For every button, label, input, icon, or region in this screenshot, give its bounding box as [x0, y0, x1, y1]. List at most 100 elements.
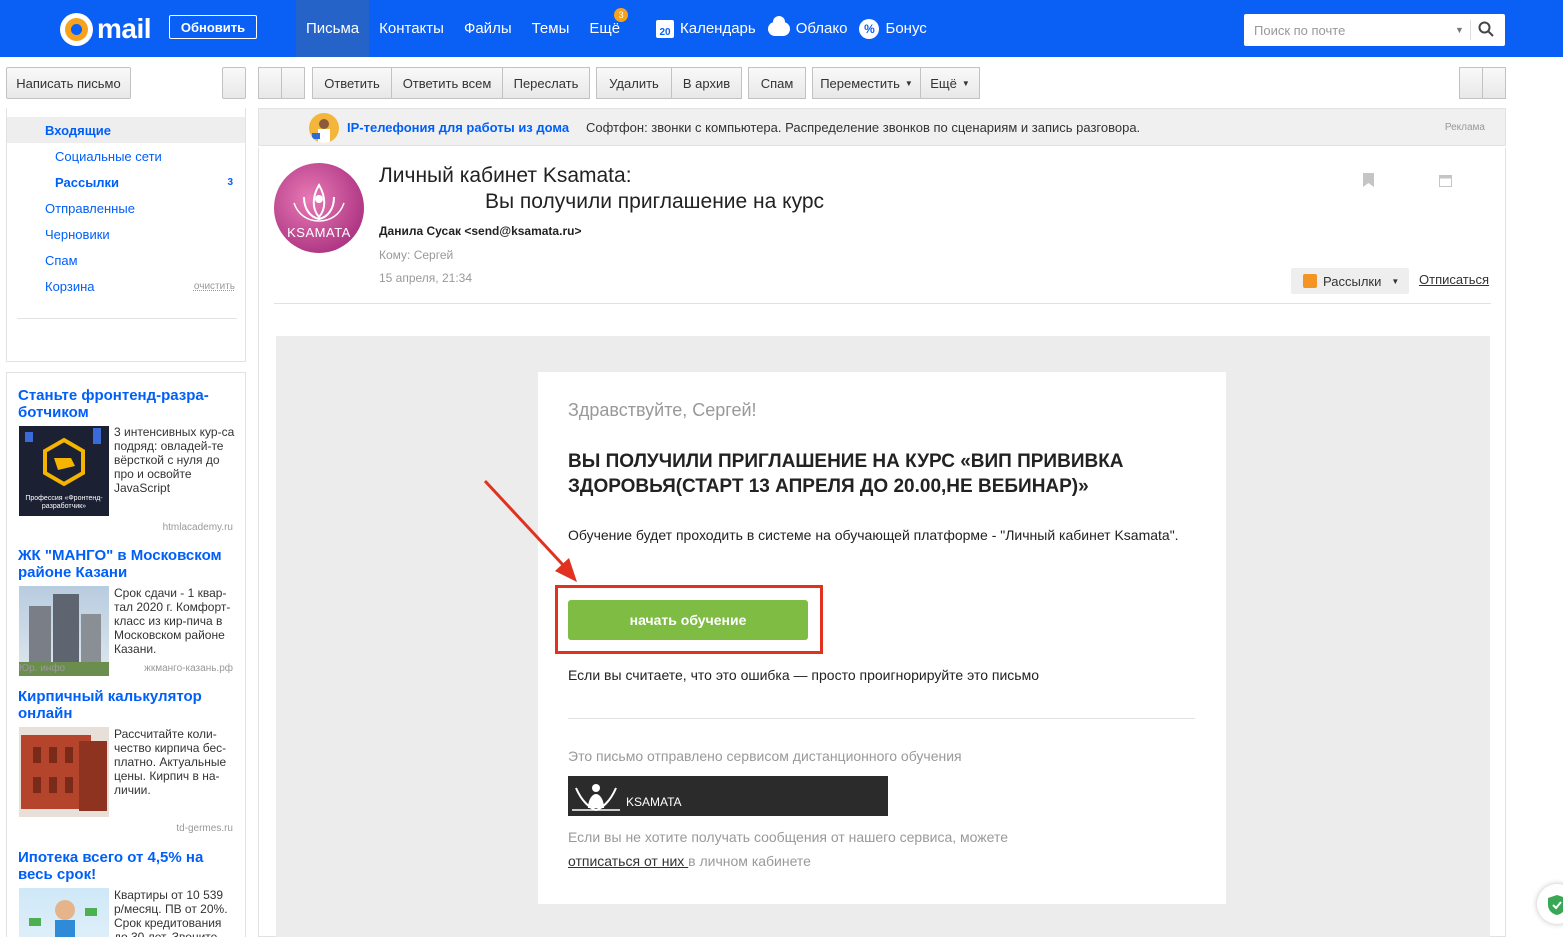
ad-domain[interactable]: жкманго-казань.рф [144, 663, 233, 674]
ad-domain[interactable]: htmlacademy.ru [163, 522, 233, 533]
ad-source: Юр. инфо [19, 663, 66, 674]
folder-trash-label: Корзина [45, 278, 95, 294]
main-nav: Письма Контакты Файлы Темы Ещё 3 [296, 0, 630, 57]
ad-text: Квартиры от 10 539 р/месяц. ПВ от 20%. С… [114, 888, 228, 937]
folder-sent[interactable]: Отправленные [7, 195, 245, 221]
folder-trash[interactable]: Корзина очистить [7, 273, 245, 299]
start-learning-button[interactable]: начать обучение [568, 600, 808, 640]
ad-title[interactable]: Ипотека всего от 4,5% на весь срок! [18, 849, 238, 883]
header-divider [274, 303, 1491, 304]
ad-title[interactable]: Кирпичный калькулятор онлайн [18, 688, 238, 722]
recipient: Кому: Сергей [379, 248, 454, 262]
add-to-calendar-icon[interactable] [1439, 174, 1452, 187]
platform-paragraph: Обучение будет проходить в системе на об… [568, 527, 1179, 543]
reply-button[interactable]: Ответить [312, 67, 392, 99]
newsletter-icon [1303, 274, 1317, 288]
folder-inbox[interactable]: Входящие [7, 117, 245, 143]
subject-line-2: Вы получили приглашение на курс [485, 190, 825, 213]
nav-back-button[interactable] [281, 67, 305, 99]
ignore-notice: Если вы считаете, что это ошибка — прост… [568, 667, 1039, 683]
ksamata-banner[interactable]: KSAMATA [568, 776, 888, 816]
ad-text: Рассчитайте коли-чество кирпича бес-плат… [114, 727, 227, 797]
empty-trash-link[interactable]: очистить [194, 281, 235, 292]
footer-line-2-rest: в личном кабинете [688, 853, 811, 869]
lotus-logo-icon [572, 784, 620, 812]
ad-text: Срок сдачи - 1 квар-тал 2020 г. Комфорт-… [114, 586, 231, 656]
update-button[interactable]: Обновить [169, 15, 257, 39]
archive-button[interactable]: В архив [671, 67, 742, 99]
move-button[interactable]: Переместить ▼ [812, 67, 921, 99]
nav-cloud[interactable]: Облако [767, 0, 854, 57]
folder-newsletters-label: Рассылки [55, 174, 120, 190]
message-view: KSAMATA Личный кабинет Ksamata: Вы получ… [258, 148, 1506, 937]
email-body-background: Здравствуйте, Сергей! ВЫ ПОЛУЧИЛИ ПРИГЛА… [276, 336, 1490, 937]
reply-all-button[interactable]: Ответить всем [391, 67, 503, 99]
nav-letters[interactable]: Письма [296, 0, 370, 57]
search-box: ▼ [1244, 14, 1505, 46]
unsubscribe-link[interactable]: Отписаться [1419, 272, 1489, 287]
percent-icon: % [859, 18, 880, 39]
sidebar-ads: Станьте фронтенд-разра-ботчиком Професси… [6, 372, 246, 937]
nav-more-label: Ещё [589, 20, 621, 37]
sent-by-text: Это письмо отправлено сервисом дистанцио… [568, 748, 962, 764]
search-dropdown-icon[interactable]: ▼ [1455, 25, 1464, 35]
sender-avatar: KSAMATA [274, 163, 364, 253]
ad-title[interactable]: ЖК "МАНГО" в Московском районе Казани [18, 547, 238, 581]
next-message-button[interactable] [1482, 67, 1506, 99]
select-all-button[interactable] [258, 67, 282, 99]
invitation-headline: ВЫ ПОЛУЧИЛИ ПРИГЛАШЕНИЕ НА КУРС «ВИП ПРИ… [568, 451, 1124, 497]
chevron-down-icon: ▼ [904, 78, 913, 88]
ad-title[interactable]: Станьте фронтенд-разра-ботчиком [18, 387, 238, 421]
search-divider [1470, 20, 1471, 40]
nav-calendar[interactable]: 20 Календарь [656, 0, 762, 57]
nav-cloud-label: Облако [795, 20, 848, 37]
nav-calendar-label: Календарь [680, 20, 756, 37]
ad-image[interactable] [19, 727, 109, 817]
newsletter-tag-button[interactable]: Рассылки ▼ [1291, 268, 1409, 294]
ad-domain[interactable]: td-germes.ru [176, 823, 233, 834]
security-shield-icon[interactable] [1537, 884, 1563, 924]
delete-button[interactable]: Удалить [596, 67, 672, 99]
greeting: Здравствуйте, Сергей! [568, 400, 757, 420]
more-button[interactable]: Ещё ▼ [920, 67, 980, 99]
forward-button[interactable]: Переслать [502, 67, 590, 99]
nav-more[interactable]: Ещё 3 [579, 0, 630, 57]
card-divider [568, 718, 1195, 719]
spam-button[interactable]: Спам [748, 67, 806, 99]
bookmark-icon[interactable] [1363, 173, 1374, 187]
ad-description: Софтфон: звонки с компьютера. Распределе… [586, 120, 1141, 135]
mail-logo[interactable]: mail [60, 12, 152, 46]
move-label: Переместить [820, 75, 900, 91]
folder-drafts[interactable]: Черновики [7, 221, 245, 247]
ad-image-caption: Профессия «Фронтенд-разработчик» [25, 495, 103, 510]
ad-label: Реклама [1444, 122, 1485, 133]
compose-button[interactable]: Написать письмо [6, 67, 131, 99]
top-ad-banner[interactable]: IP-телефония для работы из дома Софтфон:… [258, 108, 1506, 146]
service-nav: 20 Календарь Облако % Бонус [656, 0, 939, 57]
nav-files[interactable]: Файлы [454, 0, 522, 57]
nav-more-badge: 3 [614, 8, 629, 22]
chevron-down-icon: ▼ [1391, 276, 1400, 286]
search-icon[interactable] [1478, 21, 1494, 37]
folder-social[interactable]: Социальные сети [7, 143, 245, 169]
search-input[interactable] [1244, 14, 1469, 46]
calendar-icon: 20 [656, 19, 674, 38]
sender[interactable]: Данила Сусак <send@ksamata.ru> [379, 224, 581, 238]
chevron-down-icon: ▼ [961, 78, 970, 88]
footer-unsubscribe-link[interactable]: отписаться от них [568, 853, 688, 869]
folder-newsletters[interactable]: Рассылки 3 [7, 169, 245, 195]
more-label: Ещё [930, 75, 957, 91]
nav-themes[interactable]: Темы [522, 0, 580, 57]
ad-image[interactable] [19, 888, 109, 937]
nav-contacts[interactable]: Контакты [369, 0, 454, 57]
sidebar-toggle-button[interactable] [222, 67, 246, 99]
folder-spam[interactable]: Спам [7, 247, 245, 273]
folder-newsletters-count: 3 [227, 176, 233, 188]
person-icon [29, 900, 97, 937]
top-bar: mail Обновить Письма Контакты Файлы Темы… [0, 0, 1563, 57]
prev-message-button[interactable] [1459, 67, 1483, 99]
ad-person-icon [309, 113, 339, 143]
ad-link[interactable]: IP-телефония для работы из дома [347, 120, 569, 135]
subject-line-1: Личный кабинет Ksamata: [379, 164, 632, 187]
nav-bonus[interactable]: % Бонус [859, 0, 932, 57]
